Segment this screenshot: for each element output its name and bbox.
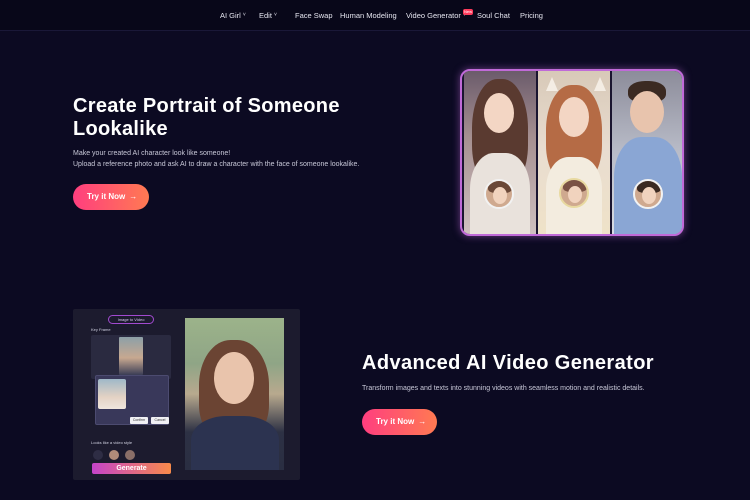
confirm-button: Confirm [130, 417, 148, 424]
key-frame-label: Key Frame [91, 327, 111, 332]
nav-soul-chat[interactable]: Soul Chat [477, 11, 510, 20]
chevron-down-icon: ˅ [242, 12, 246, 18]
nav-pricing-label: Pricing [520, 11, 543, 20]
top-nav: AI Girl ˅ Edit ˅ Face Swap Human Modeling … [0, 0, 750, 31]
nav-ai-girl-label: AI Girl [220, 11, 241, 20]
new-badge: New [463, 9, 473, 15]
nav-soul-chat-label: Soul Chat [477, 11, 510, 20]
style-option-none [93, 450, 103, 460]
style-option-1 [109, 450, 119, 460]
image-to-video-chip: Image to Video [108, 315, 154, 324]
portrait-image-3 [612, 71, 682, 234]
portrait-image-2 [538, 71, 610, 234]
portrait-image-1 [464, 71, 536, 234]
nav-ai-girl[interactable]: AI Girl ˅ [220, 11, 246, 20]
arrow-right-icon: → [129, 192, 138, 201]
nav-edit-label: Edit [259, 11, 272, 20]
hero-try-label: Try it Now [87, 192, 126, 201]
hero-description: Make your created AI character look like… [73, 148, 359, 170]
nav-human-modeling[interactable]: Human Modeling [340, 11, 397, 20]
video-try-button[interactable]: Try it Now → [362, 409, 437, 435]
portrait-showcase [460, 69, 684, 236]
key-frame-image [119, 337, 143, 375]
video-generator-mockup: Image to Video Key Frame Confirm Cancel … [73, 309, 300, 480]
cancel-button: Cancel [151, 417, 169, 424]
nav-video-generator-label: Video Generator [406, 11, 461, 20]
video-description: Transform images and texts into stunning… [362, 385, 645, 392]
nav-pricing[interactable]: Pricing [520, 11, 543, 20]
hero-title: Create Portrait of Someone Lookalike [73, 95, 340, 140]
nav-edit[interactable]: Edit ˅ [259, 11, 277, 20]
generate-button: Generate [92, 463, 171, 474]
nav-face-swap[interactable]: Face Swap [295, 11, 333, 20]
chevron-down-icon: ˅ [273, 12, 277, 18]
hero-try-button[interactable]: Try it Now → [73, 184, 149, 210]
nav-face-swap-label: Face Swap [295, 11, 333, 20]
hero-desc-line1: Make your created AI character look like… [73, 150, 231, 157]
nav-video-generator[interactable]: Video Generator ˅ [406, 11, 466, 20]
style-option-2 [125, 450, 135, 460]
hero-desc-line2: Upload a reference photo and ask AI to d… [73, 161, 360, 168]
upload-preview-image [98, 379, 126, 409]
nav-human-modeling-label: Human Modeling [340, 11, 397, 20]
video-title: Advanced AI Video Generator [362, 352, 654, 374]
generated-video-preview [185, 318, 284, 470]
video-try-label: Try it Now [376, 417, 415, 426]
arrow-right-icon: → [418, 417, 427, 426]
looks-like-label: Looks like a video style [91, 440, 133, 445]
